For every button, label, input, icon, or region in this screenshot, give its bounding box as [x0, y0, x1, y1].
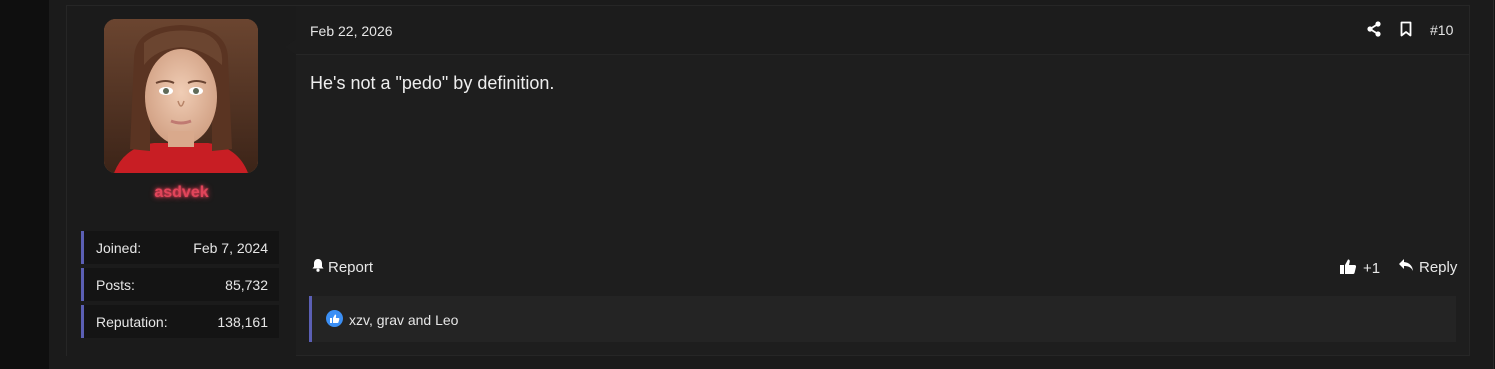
stat-posts: Posts: 85,732: [81, 268, 279, 301]
avatar-image: [104, 19, 258, 173]
avatar[interactable]: [104, 19, 258, 173]
post-header: [296, 6, 1469, 55]
reply-label: Reply: [1419, 258, 1458, 276]
left-gutter: [0, 0, 49, 369]
username[interactable]: asdvek: [67, 184, 296, 202]
post-body: He's not a "pedo" by definition.: [310, 73, 555, 93]
reactions-list[interactable]: xzv, grav and Leo: [349, 312, 458, 328]
stat-joined: Joined: Feb 7, 2024: [81, 231, 279, 264]
thumbs-up-icon: [1339, 258, 1357, 279]
page-frame: asdvek Joined: Feb 7, 2024 Posts: 85,732…: [0, 0, 1495, 369]
stat-reputation: Reputation: 138,161: [81, 305, 279, 338]
reply-button[interactable]: Reply: [1398, 258, 1457, 276]
stat-label: Posts:: [96, 277, 135, 293]
bookmark-icon[interactable]: [1398, 21, 1414, 37]
post-number[interactable]: #10: [1430, 22, 1453, 38]
report-label: Report: [328, 258, 374, 276]
like-button[interactable]: +1: [1339, 258, 1380, 279]
stat-value: 85,732: [225, 277, 268, 293]
thumbs-up-icon: [326, 310, 343, 327]
stat-label: Joined:: [96, 240, 142, 256]
like-count: +1: [1363, 260, 1381, 277]
stat-value: Feb 7, 2024: [193, 240, 268, 256]
user-arrow: [285, 39, 296, 55]
stat-value: 138,161: [217, 314, 268, 330]
post-date[interactable]: Feb 22, 2026: [310, 23, 393, 39]
reactions-bar[interactable]: xzv, grav and Leo: [309, 296, 1456, 342]
report-button[interactable]: Report: [311, 258, 373, 276]
stat-label: Reputation:: [96, 314, 168, 330]
reply-arrow-icon: [1398, 258, 1414, 276]
share-icon[interactable]: [1366, 21, 1382, 37]
bell-icon: [311, 258, 325, 276]
